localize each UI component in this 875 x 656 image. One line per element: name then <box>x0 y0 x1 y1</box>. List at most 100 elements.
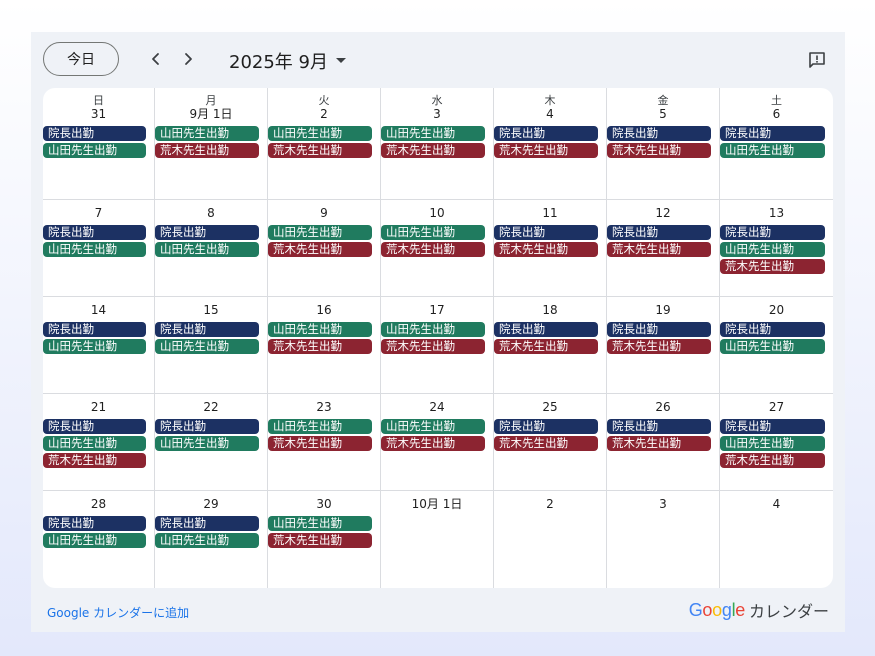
event-chip-araki[interactable]: 荒木先生出勤 <box>381 143 485 158</box>
month-title-dropdown[interactable]: 2025年 9月 <box>229 48 346 74</box>
add-to-google-calendar-link[interactable]: Google カレンダーに追加 <box>47 604 189 621</box>
event-chip-yamada[interactable]: 山田先生出勤 <box>43 339 146 354</box>
event-chip-director[interactable]: 院長出勤 <box>494 225 598 240</box>
event-chip-araki[interactable]: 荒木先生出勤 <box>607 143 711 158</box>
day-cell[interactable]: 8 院長出勤 山田先生出勤 <box>155 200 268 297</box>
event-chip-director[interactable]: 院長出勤 <box>607 322 711 337</box>
event-chip-araki[interactable]: 荒木先生出勤 <box>607 339 711 354</box>
event-chip-araki[interactable]: 荒木先生出勤 <box>494 436 598 451</box>
day-cell[interactable]: 21 院長出勤 山田先生出勤 荒木先生出勤 <box>43 394 155 491</box>
event-chip-yamada[interactable]: 山田先生出勤 <box>268 419 372 434</box>
event-chip-yamada[interactable]: 山田先生出勤 <box>155 533 259 548</box>
day-cell[interactable]: 火 2 山田先生出勤 荒木先生出勤 <box>268 88 381 200</box>
day-cell[interactable]: 4 <box>720 491 833 588</box>
day-cell[interactable]: 26 院長出勤 荒木先生出勤 <box>607 394 720 491</box>
event-chip-araki[interactable]: 荒木先生出勤 <box>268 533 372 548</box>
event-chip-director[interactable]: 院長出勤 <box>155 322 259 337</box>
event-chip-director[interactable]: 院長出勤 <box>43 419 146 434</box>
event-chip-yamada[interactable]: 山田先生出勤 <box>155 126 259 141</box>
day-cell[interactable]: 15 院長出勤 山田先生出勤 <box>155 297 268 394</box>
event-chip-director[interactable]: 院長出勤 <box>494 126 598 141</box>
day-cell[interactable]: 木 4 院長出勤 荒木先生出勤 <box>494 88 607 200</box>
day-cell[interactable]: 17 山田先生出勤 荒木先生出勤 <box>381 297 494 394</box>
event-chip-director[interactable]: 院長出勤 <box>155 225 259 240</box>
event-chip-araki[interactable]: 荒木先生出勤 <box>43 453 146 468</box>
event-chip-araki[interactable]: 荒木先生出勤 <box>381 339 485 354</box>
event-chip-director[interactable]: 院長出勤 <box>607 126 711 141</box>
event-chip-yamada[interactable]: 山田先生出勤 <box>43 533 146 548</box>
event-chip-yamada[interactable]: 山田先生出勤 <box>268 322 372 337</box>
event-chip-yamada[interactable]: 山田先生出勤 <box>43 242 146 257</box>
day-cell[interactable]: 13 院長出勤 山田先生出勤 荒木先生出勤 <box>720 200 833 297</box>
event-chip-yamada[interactable]: 山田先生出勤 <box>268 126 372 141</box>
event-chip-yamada[interactable]: 山田先生出勤 <box>155 339 259 354</box>
event-chip-araki[interactable]: 荒木先生出勤 <box>607 242 711 257</box>
event-chip-director[interactable]: 院長出勤 <box>494 419 598 434</box>
next-month-button[interactable] <box>175 46 201 72</box>
day-cell[interactable]: 22 院長出勤 山田先生出勤 <box>155 394 268 491</box>
day-cell[interactable]: 14 院長出勤 山田先生出勤 <box>43 297 155 394</box>
event-chip-yamada[interactable]: 山田先生出勤 <box>381 419 485 434</box>
day-cell[interactable]: 11 院長出勤 荒木先生出勤 <box>494 200 607 297</box>
previous-month-button[interactable] <box>143 46 169 72</box>
event-chip-director[interactable]: 院長出勤 <box>607 225 711 240</box>
event-chip-araki[interactable]: 荒木先生出勤 <box>494 242 598 257</box>
event-chip-yamada[interactable]: 山田先生出勤 <box>381 126 485 141</box>
day-cell[interactable]: 16 山田先生出勤 荒木先生出勤 <box>268 297 381 394</box>
event-chip-yamada[interactable]: 山田先生出勤 <box>155 436 259 451</box>
event-chip-director[interactable]: 院長出勤 <box>720 322 825 337</box>
event-chip-director[interactable]: 院長出勤 <box>155 419 259 434</box>
event-chip-director[interactable]: 院長出勤 <box>43 516 146 531</box>
day-cell[interactable]: 7 院長出勤 山田先生出勤 <box>43 200 155 297</box>
event-chip-yamada[interactable]: 山田先生出勤 <box>268 225 372 240</box>
day-cell[interactable]: 水 3 山田先生出勤 荒木先生出勤 <box>381 88 494 200</box>
event-chip-director[interactable]: 院長出勤 <box>494 322 598 337</box>
event-chip-yamada[interactable]: 山田先生出勤 <box>720 242 825 257</box>
day-cell[interactable]: 30 山田先生出勤 荒木先生出勤 <box>268 491 381 588</box>
event-chip-yamada[interactable]: 山田先生出勤 <box>43 143 146 158</box>
event-chip-yamada[interactable]: 山田先生出勤 <box>155 242 259 257</box>
day-cell[interactable]: 金 5 院長出勤 荒木先生出勤 <box>607 88 720 200</box>
day-cell[interactable]: 19 院長出勤 荒木先生出勤 <box>607 297 720 394</box>
event-chip-araki[interactable]: 荒木先生出勤 <box>494 339 598 354</box>
event-chip-araki[interactable]: 荒木先生出勤 <box>268 339 372 354</box>
event-chip-director[interactable]: 院長出勤 <box>43 126 146 141</box>
day-cell[interactable]: 12 院長出勤 荒木先生出勤 <box>607 200 720 297</box>
event-chip-yamada[interactable]: 山田先生出勤 <box>381 225 485 240</box>
event-chip-yamada[interactable]: 山田先生出勤 <box>720 339 825 354</box>
event-chip-araki[interactable]: 荒木先生出勤 <box>268 436 372 451</box>
event-chip-director[interactable]: 院長出勤 <box>155 516 259 531</box>
today-button[interactable]: 今日 <box>43 42 119 76</box>
event-chip-yamada[interactable]: 山田先生出勤 <box>43 436 146 451</box>
day-cell[interactable]: 日 31 院長出勤 山田先生出勤 <box>43 88 155 200</box>
event-chip-director[interactable]: 院長出勤 <box>720 419 825 434</box>
day-cell[interactable]: 9 山田先生出勤 荒木先生出勤 <box>268 200 381 297</box>
event-chip-araki[interactable]: 荒木先生出勤 <box>720 259 825 274</box>
day-cell[interactable]: 10月 1日 <box>381 491 494 588</box>
event-chip-yamada[interactable]: 山田先生出勤 <box>720 143 825 158</box>
day-cell[interactable]: 2 <box>494 491 607 588</box>
event-chip-director[interactable]: 院長出勤 <box>720 225 825 240</box>
event-chip-araki[interactable]: 荒木先生出勤 <box>720 453 825 468</box>
event-chip-araki[interactable]: 荒木先生出勤 <box>268 242 372 257</box>
event-chip-yamada[interactable]: 山田先生出勤 <box>381 322 485 337</box>
day-cell[interactable]: 3 <box>607 491 720 588</box>
event-chip-yamada[interactable]: 山田先生出勤 <box>720 436 825 451</box>
event-chip-araki[interactable]: 荒木先生出勤 <box>381 436 485 451</box>
day-cell[interactable]: 18 院長出勤 荒木先生出勤 <box>494 297 607 394</box>
feedback-button[interactable] <box>805 48 829 72</box>
event-chip-araki[interactable]: 荒木先生出勤 <box>268 143 372 158</box>
event-chip-yamada[interactable]: 山田先生出勤 <box>268 516 372 531</box>
event-chip-araki[interactable]: 荒木先生出勤 <box>494 143 598 158</box>
day-cell[interactable]: 24 山田先生出勤 荒木先生出勤 <box>381 394 494 491</box>
event-chip-director[interactable]: 院長出勤 <box>607 419 711 434</box>
event-chip-araki[interactable]: 荒木先生出勤 <box>155 143 259 158</box>
day-cell[interactable]: 27 院長出勤 山田先生出勤 荒木先生出勤 <box>720 394 833 491</box>
day-cell[interactable]: 29 院長出勤 山田先生出勤 <box>155 491 268 588</box>
day-cell[interactable]: 23 山田先生出勤 荒木先生出勤 <box>268 394 381 491</box>
day-cell[interactable]: 月 9月 1日 山田先生出勤 荒木先生出勤 <box>155 88 268 200</box>
event-chip-director[interactable]: 院長出勤 <box>720 126 825 141</box>
day-cell[interactable]: 25 院長出勤 荒木先生出勤 <box>494 394 607 491</box>
event-chip-director[interactable]: 院長出勤 <box>43 225 146 240</box>
day-cell[interactable]: 10 山田先生出勤 荒木先生出勤 <box>381 200 494 297</box>
